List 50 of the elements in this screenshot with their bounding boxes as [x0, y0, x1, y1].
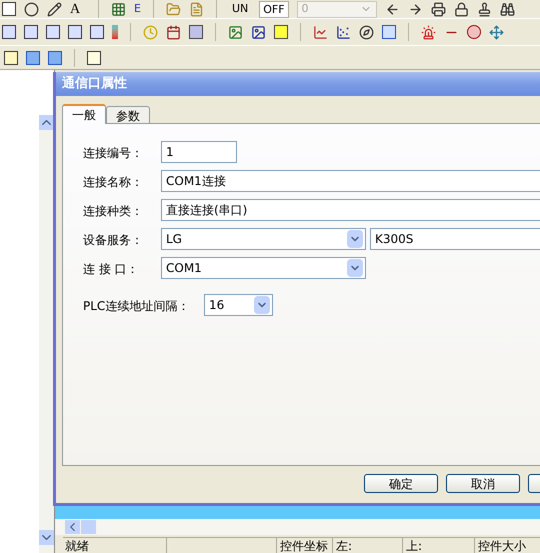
status-text: 控件大小	[474, 536, 534, 553]
text-field[interactable]: K300S	[370, 228, 540, 250]
scatter-chart-icon[interactable]	[336, 24, 351, 40]
ellipse-icon[interactable]	[24, 2, 39, 16]
text-tool[interactable]: E	[134, 0, 141, 18]
scroll-up-icon[interactable]	[39, 115, 54, 130]
tab[interactable]: 参数	[106, 106, 150, 123]
field-label: PLC连续地址间隔：	[83, 299, 190, 313]
status-text: 就绪	[64, 538, 90, 553]
move-icon[interactable]	[489, 24, 504, 40]
dropdown[interactable]: 16	[204, 294, 273, 316]
status-text: 左:	[332, 536, 402, 553]
tab[interactable]: 一般	[62, 104, 106, 124]
pencil-icon[interactable]	[47, 2, 62, 16]
field-label: 连接名称：	[83, 175, 143, 189]
siren-icon[interactable]	[421, 24, 436, 40]
field-label: 设备服务：	[83, 233, 143, 247]
compass-icon[interactable]	[359, 24, 374, 40]
vertical-scrollbar[interactable]	[39, 115, 54, 553]
field-label: 连 接 口：	[83, 262, 139, 276]
dialog-button[interactable]: 取消	[446, 474, 520, 493]
toggle-button[interactable]: OFF	[259, 0, 289, 18]
text-tool[interactable]: A	[70, 0, 86, 20]
scroll-thumb[interactable]	[81, 520, 96, 534]
line-chart-icon[interactable]	[313, 24, 328, 40]
horizontal-scrollbar[interactable]	[55, 519, 540, 535]
field-label: 连接种类：	[83, 204, 143, 218]
window-title: 通信口属性	[62, 75, 127, 94]
dropdown[interactable]: COM1	[161, 257, 366, 279]
text-field[interactable]: 直接连接(串口)	[161, 199, 540, 221]
text-field[interactable]: 1	[161, 141, 237, 163]
field-label: 连接编号：	[83, 146, 143, 160]
arrow-right-icon[interactable]	[408, 2, 423, 16]
toggle-button[interactable]: UN	[228, 0, 252, 18]
dropdown[interactable]: LG	[161, 228, 366, 250]
binoculars-icon[interactable]	[500, 2, 515, 16]
text-field[interactable]: COM1连接	[161, 170, 540, 192]
calendar-icon[interactable]	[166, 24, 181, 40]
grid-icon[interactable]	[111, 2, 126, 16]
scroll-left-icon[interactable]	[65, 520, 80, 534]
status-text: 上:	[402, 536, 474, 553]
document-icon[interactable]	[188, 2, 204, 16]
stamp-icon[interactable]	[476, 2, 492, 16]
status-text: 控件坐标	[276, 536, 332, 553]
dialog-button[interactable]: 确定	[364, 474, 438, 493]
folder-icon[interactable]	[166, 2, 181, 16]
rectangle-icon[interactable]	[2, 2, 16, 16]
scroll-down-icon[interactable]	[39, 530, 54, 545]
printer-icon[interactable]	[430, 2, 446, 16]
lock-icon[interactable]	[454, 2, 469, 16]
